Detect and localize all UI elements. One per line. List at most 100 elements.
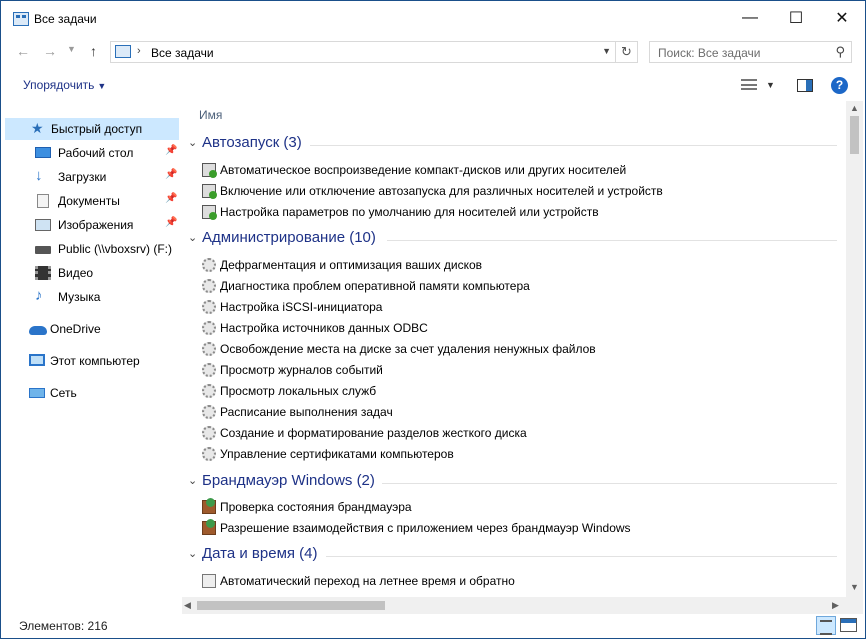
sidebar-item-this-pc[interactable]: Этот компьютер (5, 350, 179, 372)
scroll-up-icon[interactable]: ▲ (850, 103, 859, 113)
pin-icon[interactable]: 📌 (165, 217, 177, 228)
help-icon[interactable]: ? (831, 77, 848, 94)
sidebar-item-documents[interactable]: Документы 📌 (5, 190, 179, 212)
sidebar-item-label[interactable]: Быстрый доступ (51, 122, 142, 136)
vertical-scroll-thumb[interactable] (850, 116, 859, 154)
details-view-icon[interactable] (741, 79, 757, 90)
pin-icon[interactable]: 📌 (165, 145, 177, 156)
task-label[interactable]: Разрешение взаимодействия с приложением … (220, 521, 631, 535)
sidebar-item-quick-access[interactable]: ★ Быстрый доступ (5, 118, 179, 140)
back-arrow-icon[interactable]: ← (16, 43, 30, 59)
list-item[interactable]: Расписание выполнения задач (182, 402, 842, 423)
list-item[interactable]: Освобождение места на диске за счет удал… (182, 339, 842, 360)
list-item[interactable]: Автоматический переход на летнее время и… (182, 571, 842, 592)
list-item[interactable]: Настройка параметров по умолчанию для но… (182, 202, 842, 223)
sidebar-item-downloads[interactable]: ↓ Загрузки 📌 (5, 166, 179, 188)
task-label[interactable]: Дефрагментация и оптимизация ваших диско… (220, 258, 482, 272)
list-item[interactable]: Автоматическое воспроизведение компакт-д… (182, 160, 842, 181)
search-box[interactable]: Поиск: Все задачи ⚲ (649, 41, 852, 63)
list-item[interactable]: Дефрагментация и оптимизация ваших диско… (182, 255, 842, 276)
task-label[interactable]: Автоматический переход на летнее время и… (220, 574, 515, 588)
close-button[interactable]: ✕ (819, 1, 865, 35)
sidebar-item-label[interactable]: Этот компьютер (50, 354, 140, 368)
scroll-left-icon[interactable]: ◀ (184, 600, 191, 611)
organize-menu-button[interactable]: Упорядочить ▼ (23, 78, 106, 92)
group-title[interactable]: Администрирование (10) (202, 229, 376, 246)
sidebar-item-label[interactable]: Загрузки (58, 170, 106, 184)
search-placeholder[interactable]: Поиск: Все задачи (658, 46, 760, 60)
group-title[interactable]: Брандмауэр Windows (2) (202, 472, 375, 489)
sidebar-item-pictures[interactable]: Изображения 📌 (5, 214, 179, 236)
breadcrumb-separator-icon[interactable]: › (137, 45, 141, 57)
group-title[interactable]: Автозапуск (3) (202, 134, 302, 151)
maximize-button[interactable]: ☐ (773, 1, 819, 35)
sidebar-item-desktop[interactable]: Рабочий стол 📌 (5, 142, 179, 164)
collapse-chevron-icon[interactable]: ⌄ (188, 231, 197, 244)
list-item[interactable]: Настройка iSCSI-инициатора (182, 297, 842, 318)
task-label[interactable]: Настройка iSCSI-инициатора (220, 300, 382, 314)
minimize-button[interactable]: — (727, 1, 773, 35)
sidebar-item-label[interactable]: OneDrive (50, 322, 101, 336)
sidebar-item-network[interactable]: Сеть (5, 382, 179, 404)
sidebar-item-label[interactable]: Музыка (58, 290, 100, 304)
sidebar-item-music[interactable]: ♪ Музыка (5, 286, 179, 308)
task-label[interactable]: Просмотр журналов событий (220, 363, 383, 377)
list-item[interactable]: Диагностика проблем оперативной памяти к… (182, 276, 842, 297)
group-title[interactable]: Дата и время (4) (202, 545, 318, 562)
sidebar-item-label[interactable]: Изображения (58, 218, 133, 232)
group-header-autoplay[interactable]: ⌄ Автозапуск (3) (182, 133, 842, 157)
view-options-chevron-icon[interactable]: ▼ (766, 80, 775, 90)
collapse-chevron-icon[interactable]: ⌄ (188, 474, 197, 487)
sidebar-item-public-drive[interactable]: Public (\\vboxsrv) (F:) (5, 238, 179, 260)
breadcrumb-current[interactable]: Все задачи (151, 46, 214, 60)
task-label[interactable]: Управление сертификатами компьютеров (220, 447, 454, 461)
sidebar-item-label[interactable]: Public (\\vboxsrv) (F:) (58, 242, 172, 256)
scroll-down-icon[interactable]: ▼ (850, 582, 859, 592)
organize-label[interactable]: Упорядочить (23, 78, 94, 92)
preview-pane-icon[interactable] (797, 79, 813, 92)
pin-icon[interactable]: 📌 (165, 193, 177, 204)
address-history-chevron-icon[interactable]: ▼ (602, 46, 611, 56)
task-label[interactable]: Настройка параметров по умолчанию для но… (220, 205, 599, 219)
forward-arrow-icon[interactable]: → (43, 43, 57, 59)
sort-ascending-icon[interactable]: ⌃ (582, 101, 590, 108)
collapse-chevron-icon[interactable]: ⌄ (188, 136, 197, 149)
list-item[interactable]: Разрешение взаимодействия с приложением … (182, 518, 842, 539)
refresh-button[interactable]: ↻ (616, 41, 638, 63)
task-label[interactable]: Автоматическое воспроизведение компакт-д… (220, 163, 626, 177)
list-item[interactable]: Включение или отключение автозапуска для… (182, 181, 842, 202)
task-label[interactable]: Включение или отключение автозапуска для… (220, 184, 663, 198)
horizontal-scrollbar[interactable]: ◀ ▶ (182, 597, 846, 614)
column-header-name[interactable]: Имя (199, 108, 222, 122)
sidebar-item-label[interactable]: Сеть (50, 386, 77, 400)
details-view-toggle-icon[interactable] (816, 616, 836, 635)
group-header-firewall[interactable]: ⌄ Брандмауэр Windows (2) (182, 471, 842, 495)
task-label[interactable]: Освобождение места на диске за счет удал… (220, 342, 596, 356)
chevron-down-icon[interactable]: ▼ (97, 81, 106, 91)
list-item[interactable]: Проверка состояния брандмауэра (182, 497, 842, 518)
vertical-scrollbar[interactable]: ▲ ▼ (846, 101, 863, 597)
task-label[interactable]: Создание и форматирование разделов жестк… (220, 426, 527, 440)
sidebar-item-onedrive[interactable]: OneDrive (5, 318, 179, 340)
task-label[interactable]: Диагностика проблем оперативной памяти к… (220, 279, 530, 293)
large-icons-view-toggle-icon[interactable] (840, 618, 857, 632)
collapse-chevron-icon[interactable]: ⌄ (188, 547, 197, 560)
list-item[interactable]: Управление сертификатами компьютеров (182, 444, 842, 465)
sidebar-item-videos[interactable]: Видео (5, 262, 179, 284)
sidebar-item-label[interactable]: Видео (58, 266, 93, 280)
address-bar[interactable]: › Все задачи ▼ (110, 41, 616, 63)
recent-locations-chevron-icon[interactable]: ▼ (67, 44, 76, 54)
pin-icon[interactable]: 📌 (165, 169, 177, 180)
list-item[interactable]: Создание и форматирование разделов жестк… (182, 423, 842, 444)
task-label[interactable]: Проверка состояния брандмауэра (220, 500, 412, 514)
horizontal-scroll-thumb[interactable] (197, 601, 385, 610)
list-item[interactable]: Просмотр журналов событий (182, 360, 842, 381)
group-header-date-time[interactable]: ⌄ Дата и время (4) (182, 544, 842, 568)
sidebar-item-label[interactable]: Документы (58, 194, 120, 208)
search-icon[interactable]: ⚲ (835, 44, 845, 60)
group-header-administration[interactable]: ⌄ Администрирование (10) (182, 228, 842, 252)
up-arrow-icon[interactable]: ↑ (90, 43, 97, 59)
scroll-right-icon[interactable]: ▶ (832, 600, 839, 611)
sidebar-item-label[interactable]: Рабочий стол (58, 146, 133, 160)
task-label[interactable]: Просмотр локальных служб (220, 384, 376, 398)
